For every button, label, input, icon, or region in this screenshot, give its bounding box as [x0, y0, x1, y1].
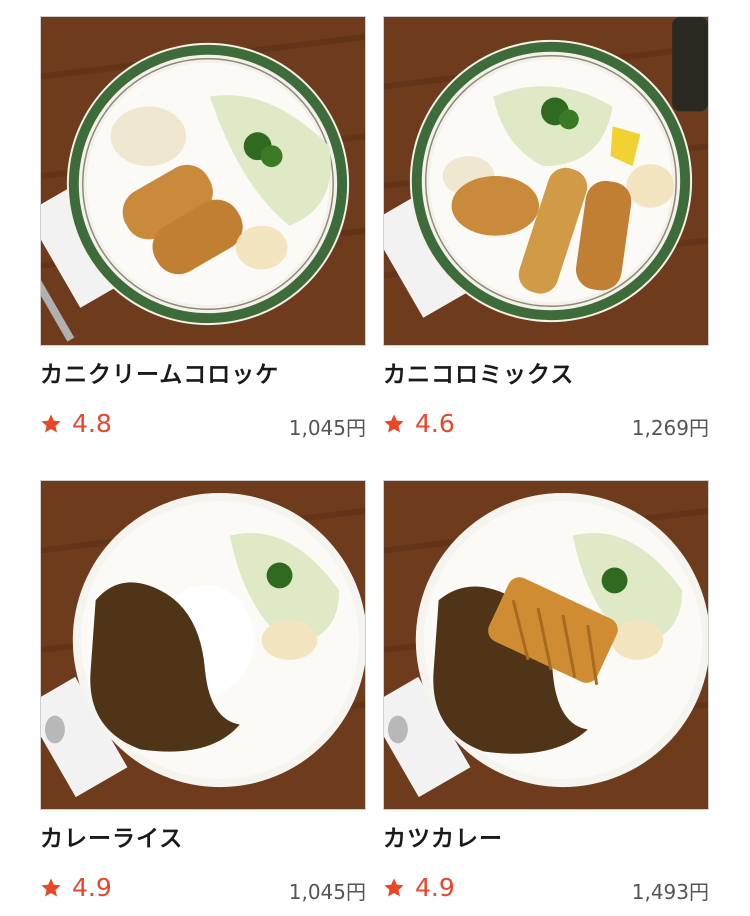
price: 1,045円 [288, 880, 366, 904]
price: 1,269円 [631, 416, 709, 440]
rating-value: 4.6 [415, 409, 455, 438]
dish-name: カレーライス [40, 826, 184, 852]
rating-value: 4.9 [415, 873, 455, 902]
rating: 4.6 [383, 408, 455, 440]
dish-name: カツカレー [383, 826, 503, 852]
rating: 4.9 [383, 872, 455, 904]
price: 1,493円 [631, 880, 709, 904]
rating: 4.9 [40, 872, 112, 904]
star-icon [41, 878, 61, 897]
price: 1,045円 [288, 416, 366, 440]
dish-photo[interactable] [40, 480, 366, 810]
menu-item-card[interactable]: カニコロミックス 4.6 1,269円 [383, 16, 709, 440]
crab-croquette-mix-photo-icon [384, 17, 708, 345]
dish-photo[interactable] [383, 480, 709, 810]
rating: 4.8 [40, 408, 112, 440]
star-icon [41, 414, 61, 433]
dish-name: カニコロミックス [383, 362, 575, 388]
curry-rice-photo-icon [41, 481, 365, 809]
star-icon [384, 878, 404, 897]
katsu-curry-photo-icon [384, 481, 708, 809]
menu-item-card[interactable]: カレーライス 4.9 1,045円 [40, 480, 366, 904]
dish-photo[interactable] [383, 16, 709, 346]
star-icon [384, 414, 404, 433]
menu-item-card[interactable]: カツカレー 4.9 1,493円 [383, 480, 709, 904]
crab-cream-croquette-photo-icon [41, 17, 365, 345]
dish-name: カニクリームコロッケ [40, 362, 280, 388]
menu-grid: カニクリームコロッケ 4.8 1,045円 カニコロミックス 4.6 1,269… [0, 0, 750, 916]
dish-photo[interactable] [40, 16, 366, 346]
rating-value: 4.8 [72, 409, 112, 438]
rating-value: 4.9 [72, 873, 112, 902]
menu-item-card[interactable]: カニクリームコロッケ 4.8 1,045円 [40, 16, 366, 440]
